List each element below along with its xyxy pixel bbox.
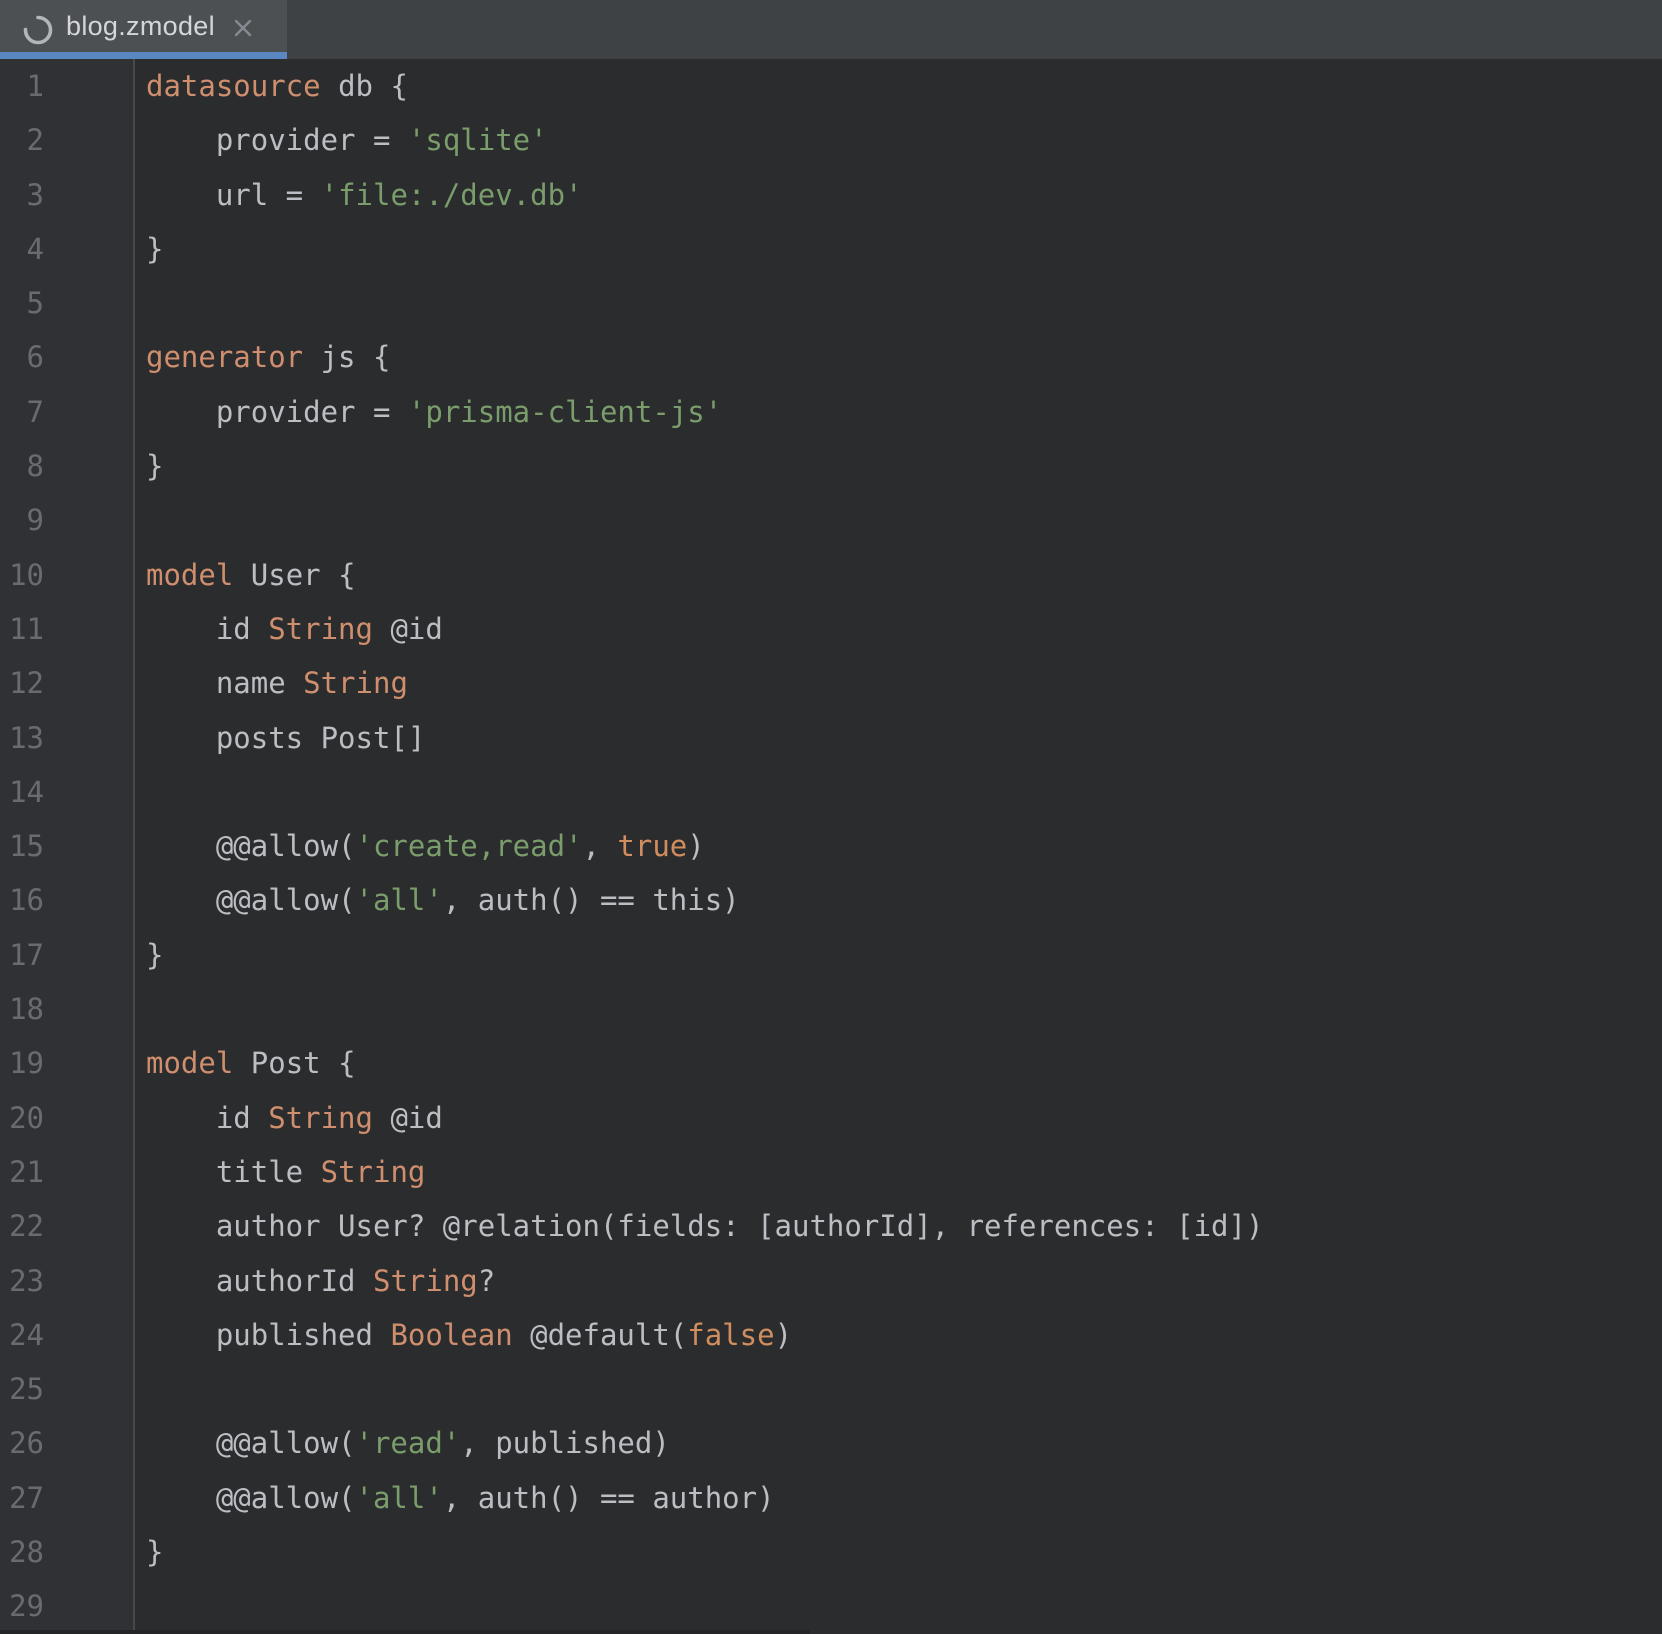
ide-window: blog.zmodel 1234567891011121314151617181… xyxy=(0,0,1662,1634)
line-number: 7 xyxy=(0,385,44,439)
code-editor: 1234567891011121314151617181920212223242… xyxy=(0,59,1662,1634)
close-tab-icon[interactable] xyxy=(230,15,256,41)
line-number: 20 xyxy=(0,1091,44,1145)
code-line[interactable]: provider = 'prisma-client-js' xyxy=(146,385,1662,439)
code-line[interactable] xyxy=(146,276,1662,330)
line-number: 21 xyxy=(0,1145,44,1199)
line-number: 14 xyxy=(0,765,44,819)
line-number: 24 xyxy=(0,1308,44,1362)
code-line[interactable]: } xyxy=(146,928,1662,982)
line-number: 17 xyxy=(0,928,44,982)
code-line[interactable]: id String @id xyxy=(146,602,1662,656)
line-number: 2 xyxy=(0,113,44,167)
code-line[interactable]: @@allow('all', auth() == this) xyxy=(146,873,1662,927)
line-number: 19 xyxy=(0,1036,44,1090)
line-number: 10 xyxy=(0,548,44,602)
code-line[interactable]: generator js { xyxy=(146,330,1662,384)
line-number: 4 xyxy=(0,222,44,276)
code-line[interactable]: @@allow('create,read', true) xyxy=(146,819,1662,873)
code-line[interactable]: } xyxy=(146,439,1662,493)
code-line[interactable]: } xyxy=(146,1525,1662,1579)
line-number: 28 xyxy=(0,1525,44,1579)
active-tab-indicator xyxy=(0,52,287,59)
code-line[interactable]: title String xyxy=(146,1145,1662,1199)
line-number: 3 xyxy=(0,168,44,222)
line-number: 9 xyxy=(0,493,44,547)
code-line[interactable]: url = 'file:./dev.db' xyxy=(146,168,1662,222)
code-lines[interactable]: datasource db { provider = 'sqlite' url … xyxy=(135,59,1662,1634)
line-number: 5 xyxy=(0,276,44,330)
code-line[interactable]: posts Post[] xyxy=(146,711,1662,765)
line-number: 27 xyxy=(0,1471,44,1525)
code-line[interactable] xyxy=(146,493,1662,547)
line-number: 23 xyxy=(0,1254,44,1308)
loading-spinner-icon xyxy=(22,14,54,46)
editor-tab-bar: blog.zmodel xyxy=(0,0,1662,59)
line-number: 12 xyxy=(0,656,44,710)
code-line[interactable]: datasource db { xyxy=(146,59,1662,113)
line-number: 6 xyxy=(0,330,44,384)
line-number: 25 xyxy=(0,1362,44,1416)
line-number: 29 xyxy=(0,1579,44,1633)
code-line[interactable] xyxy=(146,1579,1662,1633)
line-number: 16 xyxy=(0,873,44,927)
code-line[interactable]: @@allow('all', auth() == author) xyxy=(146,1471,1662,1525)
line-number: 18 xyxy=(0,982,44,1036)
code-line[interactable]: model Post { xyxy=(146,1036,1662,1090)
tab-title: blog.zmodel xyxy=(66,11,215,42)
line-number: 8 xyxy=(0,439,44,493)
code-line[interactable]: id String @id xyxy=(146,1091,1662,1145)
tab-blog-zmodel[interactable]: blog.zmodel xyxy=(0,0,287,59)
line-number: 22 xyxy=(0,1199,44,1253)
line-number: 11 xyxy=(0,602,44,656)
code-line[interactable] xyxy=(146,1362,1662,1416)
code-line[interactable]: } xyxy=(146,222,1662,276)
code-line[interactable]: provider = 'sqlite' xyxy=(146,113,1662,167)
code-line[interactable] xyxy=(146,765,1662,819)
code-line[interactable]: model User { xyxy=(146,548,1662,602)
code-line[interactable]: published Boolean @default(false) xyxy=(146,1308,1662,1362)
code-line[interactable]: @@allow('read', published) xyxy=(146,1416,1662,1470)
line-number: 26 xyxy=(0,1416,44,1470)
gutter: 1234567891011121314151617181920212223242… xyxy=(0,59,135,1634)
line-number: 1 xyxy=(0,59,44,113)
line-number: 15 xyxy=(0,819,44,873)
line-number: 13 xyxy=(0,711,44,765)
code-line[interactable]: name String xyxy=(146,656,1662,710)
code-line[interactable]: authorId String? xyxy=(146,1254,1662,1308)
window-edge xyxy=(0,1630,810,1634)
code-line[interactable]: author User? @relation(fields: [authorId… xyxy=(146,1199,1662,1253)
code-line[interactable] xyxy=(146,982,1662,1036)
